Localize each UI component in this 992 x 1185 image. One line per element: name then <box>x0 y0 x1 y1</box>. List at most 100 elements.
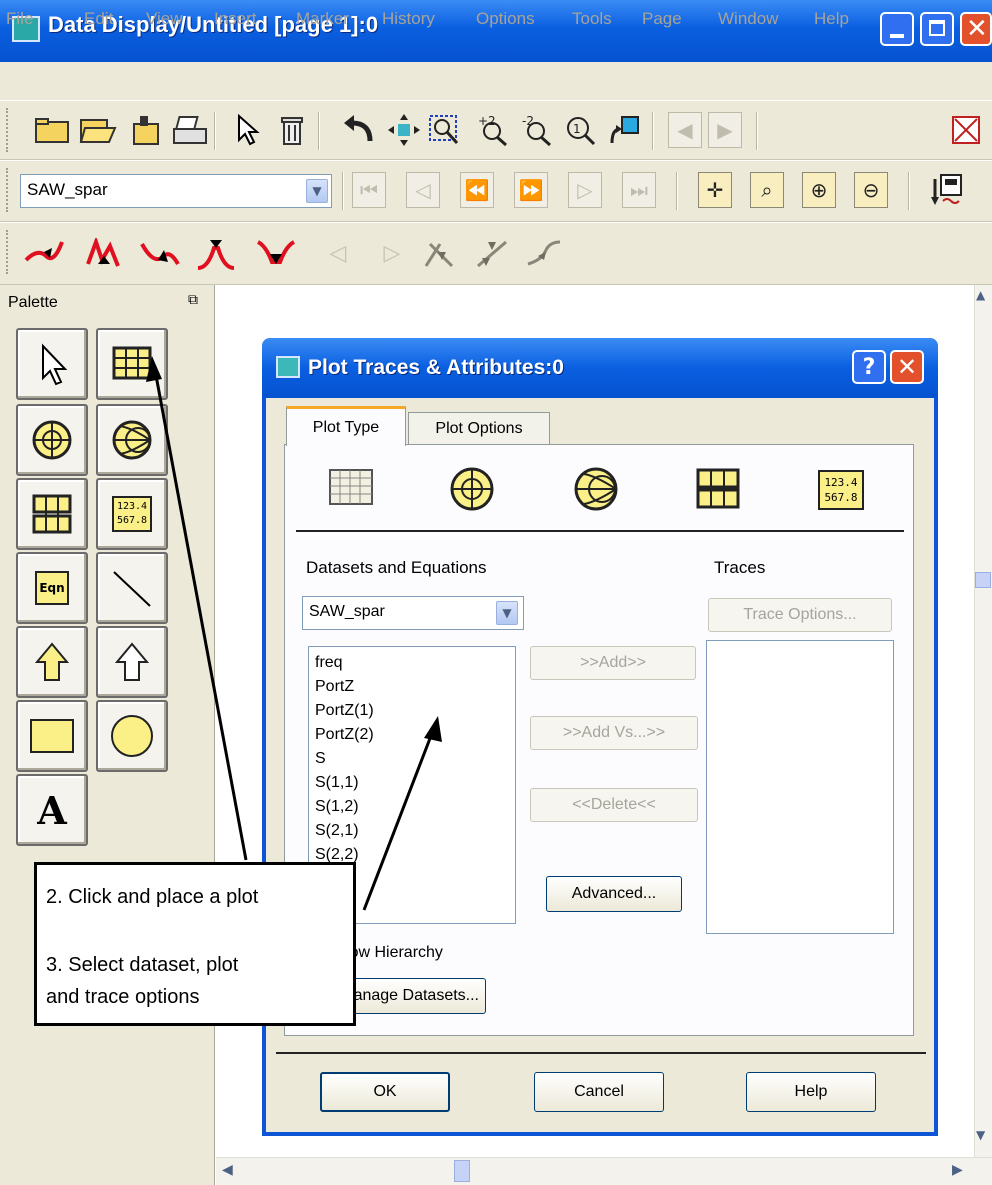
save-icon[interactable] <box>126 110 166 150</box>
export-plot-icon[interactable] <box>928 170 968 210</box>
previous-sweep-button[interactable]: ◁ <box>406 172 440 208</box>
toolbar-grip[interactable] <box>6 108 10 152</box>
list-item[interactable]: S(1,1) <box>315 771 515 795</box>
menu-marker[interactable]: Marker <box>296 9 349 29</box>
plot-type-list-icon[interactable]: 123.4 567.8 <box>818 470 864 510</box>
menu-tools[interactable]: Tools <box>572 9 612 29</box>
step-back-sweep-button[interactable]: ⏪ <box>460 172 494 208</box>
palette-text-button[interactable]: A <box>16 774 88 846</box>
close-button[interactable]: ✕ <box>960 12 992 46</box>
horizontal-scroll-thumb[interactable] <box>454 1160 470 1182</box>
menu-page[interactable]: Page <box>642 9 682 29</box>
palette-rectangular-plot-button[interactable] <box>96 328 168 400</box>
menu-help[interactable]: Help <box>814 9 849 29</box>
traces-listbox[interactable] <box>706 640 894 934</box>
plot-type-polar-icon[interactable] <box>448 466 496 516</box>
ok-button[interactable]: OK <box>320 1072 450 1112</box>
scroll-left-icon[interactable]: ◀ <box>222 1162 233 1178</box>
zoom-in-2-icon[interactable]: +2 <box>472 110 512 150</box>
list-item[interactable]: S(1,2) <box>315 795 515 819</box>
menu-options[interactable]: Options <box>476 9 535 29</box>
zoom-in-plot-button[interactable]: ⊕ <box>802 172 836 208</box>
list-item[interactable]: S(2,1) <box>315 819 515 843</box>
add-button[interactable]: >>Add>> <box>530 646 696 680</box>
cancel-button[interactable]: Cancel <box>534 1072 664 1112</box>
palette-polar-plot-button[interactable] <box>16 404 88 476</box>
palette-polygon-button[interactable] <box>96 626 168 698</box>
menu-history[interactable]: History <box>382 9 435 29</box>
advanced-button[interactable]: Advanced... <box>546 876 682 912</box>
restore-window-icon[interactable]: ⧉ <box>188 292 198 308</box>
palette-circle-button[interactable] <box>96 700 168 772</box>
auto-scale-button[interactable]: ✛ <box>698 172 732 208</box>
dialog-help-button[interactable]: ? <box>852 350 886 384</box>
toolbar-grip[interactable] <box>6 168 10 212</box>
print-icon[interactable] <box>170 110 210 150</box>
pan-move-icon[interactable] <box>384 110 424 150</box>
vertical-scrollbar[interactable] <box>974 285 992 1157</box>
delta-marker-icon[interactable] <box>420 234 460 274</box>
maximize-button[interactable] <box>920 12 954 46</box>
slope-marker-icon[interactable] <box>524 234 564 274</box>
list-item[interactable]: PortZ <box>315 675 515 699</box>
menu-window[interactable]: Window <box>718 9 778 29</box>
menu-insert[interactable]: Insert <box>214 9 257 29</box>
palette-stacked-plot-button[interactable] <box>16 478 88 550</box>
scroll-right-icon[interactable]: ▶ <box>952 1162 963 1178</box>
undo-icon[interactable] <box>338 110 378 150</box>
palette-line-button[interactable] <box>96 552 168 624</box>
chevron-down-icon[interactable]: ▼ <box>306 179 328 203</box>
plot-type-smith-icon[interactable] <box>572 466 620 516</box>
zoom-reset-icon[interactable]: 1 <box>560 110 600 150</box>
list-item[interactable]: S <box>315 747 515 771</box>
previous-page-button[interactable]: ◀ <box>668 112 702 148</box>
list-item[interactable]: freq <box>315 651 515 675</box>
delete-button[interactable]: <<Delete<< <box>530 788 698 822</box>
tab-plot-options[interactable]: Plot Options <box>408 412 550 444</box>
zoom-out-2-icon[interactable]: -2 <box>516 110 556 150</box>
plot-type-stacked-icon[interactable] <box>696 468 742 514</box>
minimize-button[interactable] <box>880 12 914 46</box>
add-vs-button[interactable]: >>Add Vs...>> <box>530 716 698 750</box>
list-item[interactable]: PortZ(2) <box>315 723 515 747</box>
dataset-combobox[interactable]: SAW_spar <box>20 174 332 208</box>
toolbar-grip[interactable] <box>6 230 10 274</box>
menu-view[interactable]: View <box>146 9 183 29</box>
rotate-view-icon[interactable] <box>604 110 644 150</box>
new-folder-icon[interactable] <box>32 110 72 150</box>
menu-edit[interactable]: Edit <box>84 9 113 29</box>
valley-marker-icon[interactable] <box>84 234 124 274</box>
scroll-up-icon[interactable]: ▲ <box>976 288 985 302</box>
trace-options-button[interactable]: Trace Options... <box>708 598 892 632</box>
palette-select-button[interactable] <box>16 328 88 400</box>
next-page-button[interactable]: ▶ <box>708 112 742 148</box>
tab-plot-type[interactable]: Plot Type <box>286 406 406 446</box>
step-forward-sweep-button[interactable]: ⏩ <box>514 172 548 208</box>
delete-trash-icon[interactable] <box>272 110 312 150</box>
first-sweep-button[interactable]: ⏮ <box>352 172 386 208</box>
palette-smith-chart-button[interactable] <box>96 404 168 476</box>
palette-rectangle-button[interactable] <box>16 700 88 772</box>
open-folder-icon[interactable] <box>78 110 118 150</box>
zoom-box-icon[interactable] <box>426 110 466 150</box>
chevron-down-icon[interactable]: ▼ <box>496 601 518 625</box>
menu-file[interactable]: File <box>6 9 33 29</box>
palette-polyline-button[interactable] <box>16 626 88 698</box>
marker-prev-icon[interactable]: ◁ <box>318 234 358 274</box>
max-marker-icon[interactable] <box>256 234 296 274</box>
peak-marker-icon[interactable] <box>196 234 236 274</box>
marker-next-icon[interactable]: ▷ <box>372 234 412 274</box>
next-sweep-button[interactable]: ▷ <box>568 172 602 208</box>
line-marker-icon[interactable] <box>474 234 514 274</box>
zoom-out-plot-button[interactable]: ⊖ <box>854 172 888 208</box>
select-pointer-icon[interactable] <box>228 110 268 150</box>
vertical-scroll-thumb[interactable] <box>975 572 991 588</box>
scroll-down-icon[interactable]: ▼ <box>976 1128 985 1142</box>
palette-list-table-button[interactable]: 123.4 567.8 <box>96 478 168 550</box>
zoom-plot-button[interactable]: ⌕ <box>750 172 784 208</box>
stop-cross-icon[interactable] <box>946 110 986 150</box>
min-marker-icon[interactable] <box>140 234 180 274</box>
dialog-dataset-combobox[interactable]: SAW_spar <box>302 596 524 630</box>
palette-equation-button[interactable]: Eqn <box>16 552 88 624</box>
last-sweep-button[interactable]: ⏭ <box>622 172 656 208</box>
